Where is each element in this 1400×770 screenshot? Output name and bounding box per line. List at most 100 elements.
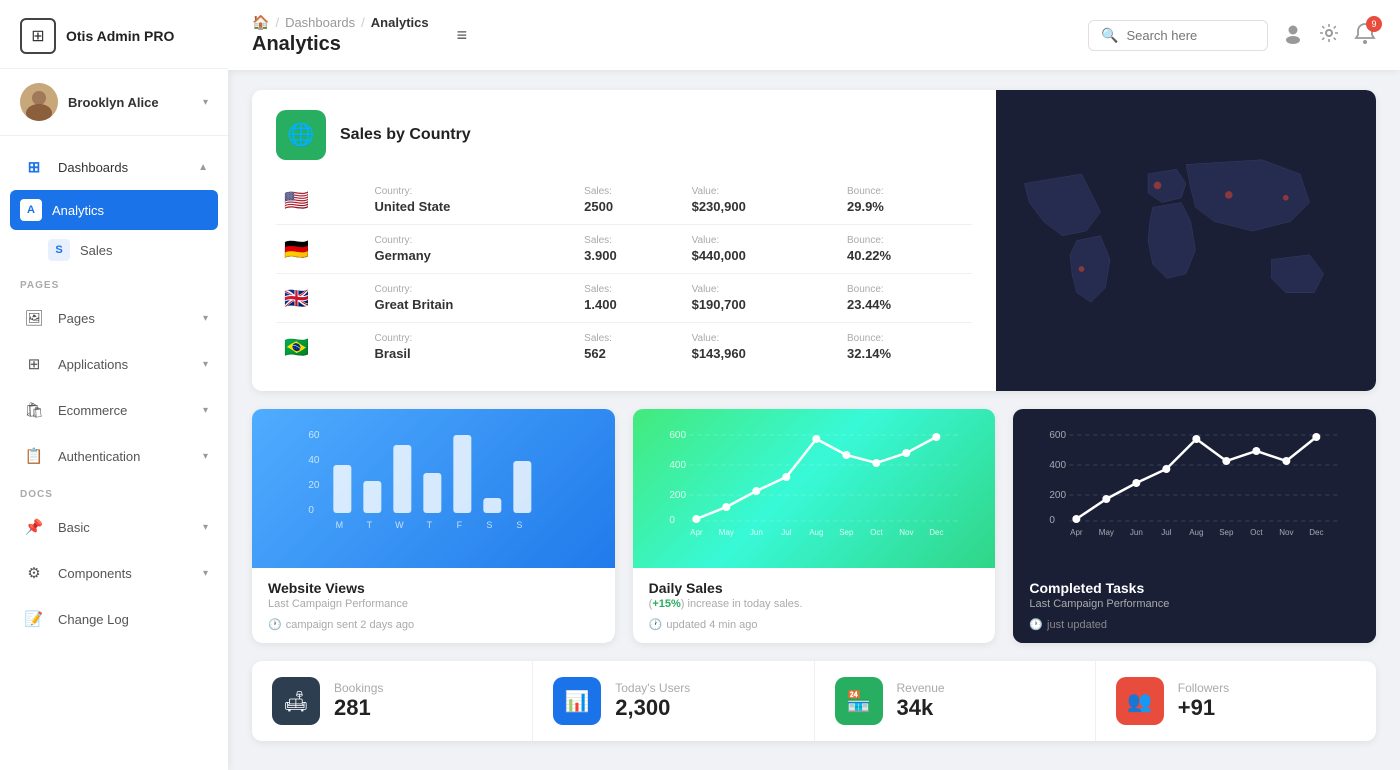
sidebar-item-sales[interactable]: S Sales [0,230,228,270]
svg-text:60: 60 [308,430,320,441]
country-value-1: Germany [375,248,569,263]
sidebar-nav: ⊞ Dashboards ▲ A Analytics S Sales PAGES… [0,136,228,650]
daily-sales-footer: 🕐 updated 4 min ago [649,618,980,631]
chart-row: 60 40 20 0 M T [252,409,1376,643]
country-value-3: Brasil [375,346,569,361]
daily-sales-subtitle: (+15%) increase in today sales. [649,598,980,610]
chevron-up-icon: ▲ [198,162,208,173]
country-label-3: Country: [375,333,569,344]
svg-text:400: 400 [1050,460,1067,471]
sidebar-logo: ⊞ Otis Admin PRO [0,0,228,69]
sidebar-item-dashboards[interactable]: ⊞ Dashboards ▲ [0,144,228,190]
website-views-info: Website Views Last Campaign Performance … [252,568,615,643]
sidebar-item-components-label: Components [58,566,193,581]
basic-icon: 📌 [20,513,48,541]
table-row: 🇺🇸 Country:United State Sales:2500 Value… [276,176,972,225]
svg-text:Dec: Dec [929,528,943,537]
content-area: 🌐 Sales by Country 🇺🇸 Country:United Sta… [228,70,1400,770]
sidebar-item-changelog[interactable]: 📝 Change Log [0,596,228,642]
sidebar-item-changelog-label: Change Log [58,612,208,627]
applications-icon: ⊞ [20,350,48,378]
revenue-label: Revenue [897,681,945,695]
website-views-title: Website Views [268,580,599,596]
sidebar-item-authentication[interactable]: 📋 Authentication ▾ [0,433,228,479]
value-label-1: Value: [692,235,831,246]
authentication-icon: 📋 [20,442,48,470]
notification-badge: 9 [1366,16,1382,32]
ecommerce-chevron-icon: ▾ [203,405,208,416]
docs-section-label: DOCS [0,479,228,504]
bounce-label-1: Bounce: [847,235,964,246]
table-row: 🇬🇧 Country:Great Britain Sales:1.400 Val… [276,274,972,323]
svg-text:600: 600 [669,430,686,441]
sidebar-item-ecommerce[interactable]: 🛍 Ecommerce ▾ [0,387,228,433]
revenue-icon-box: 🏪 [835,677,883,725]
svg-text:Aug: Aug [809,528,823,537]
svg-text:Apr: Apr [1070,528,1083,537]
svg-text:Oct: Oct [1250,528,1263,537]
applications-chevron-icon: ▾ [203,359,208,370]
clock-icon-2: 🕐 [649,618,663,631]
search-input[interactable] [1126,28,1256,43]
stat-bookings: 🛋 Bookings 281 [252,661,533,741]
sidebar-user[interactable]: Brooklyn Alice ▾ [0,69,228,136]
flag-gb: 🇬🇧 [284,288,309,310]
sales-label-2: Sales: [584,284,675,295]
table-row: 🇧🇷 Country:Brasil Sales:562 Value:$143,9… [276,323,972,372]
sales-label-3: Sales: [584,333,675,344]
sidebar-item-pages[interactable]: 🖼 Pages ▾ [0,295,228,341]
svg-text:400: 400 [669,460,686,471]
notification-icon[interactable]: 9 [1354,22,1376,49]
svg-text:Jun: Jun [1130,528,1143,537]
sidebar-item-components[interactable]: ⚙ Components ▾ [0,550,228,596]
svg-text:Sep: Sep [839,528,854,537]
ecommerce-icon: 🛍 [20,396,48,424]
stats-row: 🛋 Bookings 281 📊 Today's Users 2,300 🏪 R… [252,661,1376,741]
bookings-label: Bookings [334,681,383,695]
today-users-value: 2,300 [615,695,690,721]
components-icon: ⚙ [20,559,48,587]
search-box[interactable]: 🔍 [1088,20,1268,51]
components-chevron-icon: ▾ [203,568,208,579]
completed-tasks-card: 600 400 200 0 [1013,409,1376,643]
dashboards-icon: ⊞ [20,153,48,181]
sidebar-item-sales-label: Sales [80,243,208,258]
pages-icon: 🖼 [20,304,48,332]
sidebar-item-basic[interactable]: 📌 Basic ▾ [0,504,228,550]
sales-value-0: 2500 [584,199,675,214]
breadcrumb-sep2: / [361,15,365,30]
svg-text:W: W [395,520,404,530]
value-value-0: $230,900 [692,199,831,214]
changelog-icon: 📝 [20,605,48,633]
svg-text:Jul: Jul [781,528,791,537]
topbar-right: 🔍 9 [1088,20,1376,51]
flag-de: 🇩🇪 [284,239,309,261]
svg-text:Sep: Sep [1220,528,1235,537]
user-profile-icon[interactable] [1282,22,1304,49]
svg-text:0: 0 [669,515,675,526]
value-label-3: Value: [692,333,831,344]
bounce-value-3: 32.14% [847,346,964,361]
bounce-value-2: 23.44% [847,297,964,312]
hamburger-icon[interactable]: ≡ [457,25,468,46]
sidebar-item-analytics-label: Analytics [52,203,208,218]
page-title: Analytics [252,33,429,56]
sidebar-item-analytics[interactable]: A Analytics [10,190,218,230]
completed-tasks-subtitle: Last Campaign Performance [1029,598,1360,610]
value-value-2: $190,700 [692,297,831,312]
pages-section-label: PAGES [0,270,228,295]
svg-text:S: S [516,520,522,530]
revenue-value: 34k [897,695,945,721]
svg-text:May: May [1099,528,1114,537]
website-views-subtitle: Last Campaign Performance [268,598,599,610]
svg-text:Nov: Nov [1280,528,1294,537]
sales-table: 🇺🇸 Country:United State Sales:2500 Value… [276,176,972,371]
settings-icon[interactable] [1318,22,1340,49]
sales-label-1: Sales: [584,235,675,246]
daily-sales-highlight: +15% [652,598,680,610]
sidebar-item-applications[interactable]: ⊞ Applications ▾ [0,341,228,387]
daily-sales-card: 600 400 200 0 [633,409,996,643]
svg-text:0: 0 [308,505,314,516]
website-views-footer-text: campaign sent 2 days ago [286,619,414,631]
bounce-label-3: Bounce: [847,333,964,344]
